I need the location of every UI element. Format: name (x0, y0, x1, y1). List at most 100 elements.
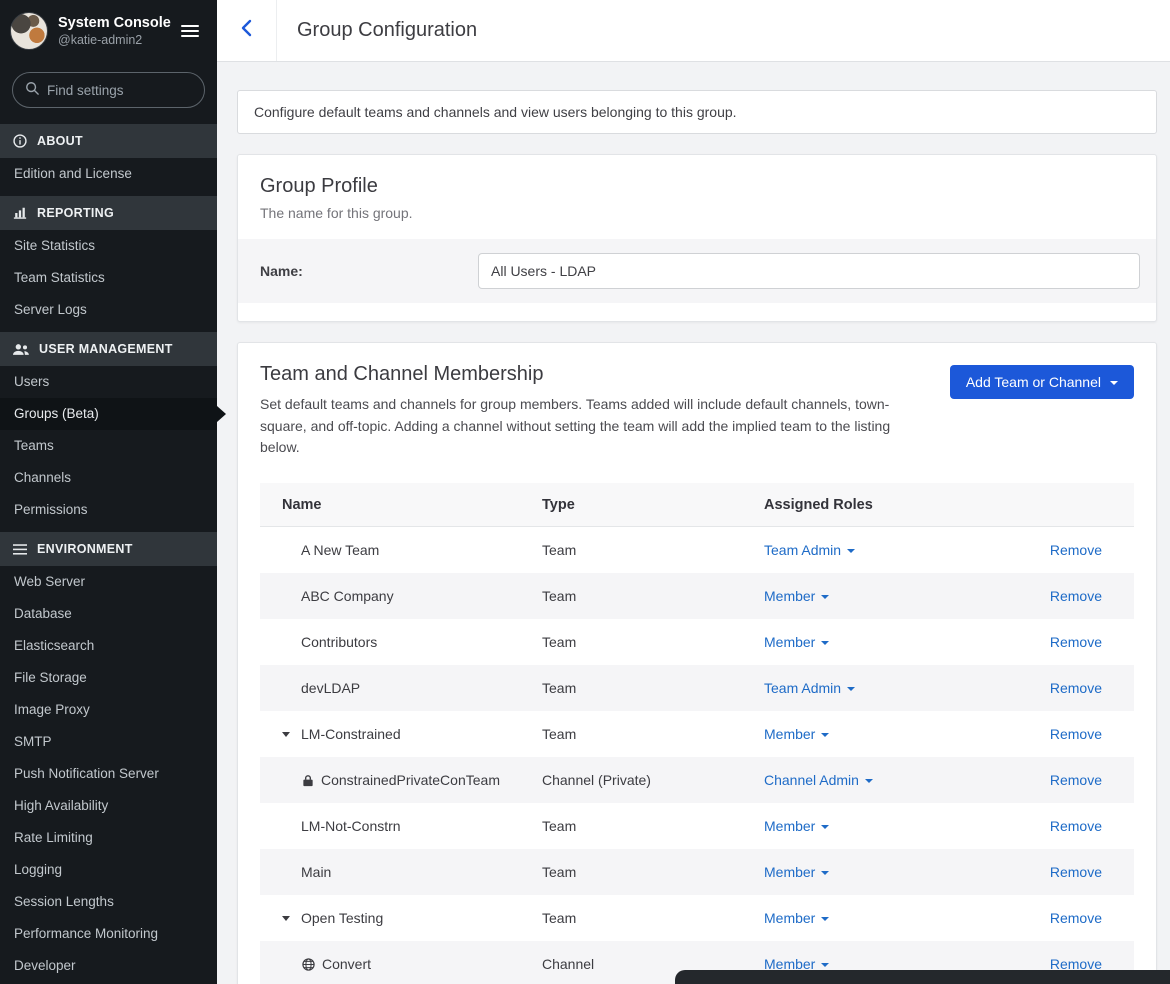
row-type: Team (542, 542, 764, 558)
membership-card: Team and Channel Membership Set default … (237, 342, 1157, 984)
remove-link[interactable]: Remove (1050, 818, 1102, 834)
sidebar-item-groups-beta[interactable]: Groups (Beta) (0, 398, 217, 430)
sidebar-items: Users Groups (Beta) Teams Channels Permi… (0, 366, 217, 526)
sidebar-category-about: ABOUT (0, 124, 217, 158)
table-row: devLDAP Team Team Admin Remove (260, 665, 1134, 711)
role-dropdown[interactable]: Member (764, 818, 829, 834)
sidebar-item-performance-monitoring[interactable]: Performance Monitoring (0, 918, 217, 950)
group-name-input[interactable] (478, 253, 1140, 289)
menu-icon[interactable] (177, 21, 203, 41)
row-name: A New Team (301, 542, 379, 558)
row-role-cell: Team Admin (764, 542, 1004, 558)
membership-description: Set default teams and channels for group… (260, 394, 905, 459)
remove-link[interactable]: Remove (1050, 864, 1102, 880)
remove-link[interactable]: Remove (1050, 542, 1102, 558)
group-profile-head: Group Profile The name for this group. (238, 155, 1156, 221)
main: Group Configuration Configure default te… (217, 0, 1170, 984)
table-row: Main Team Member Remove (260, 849, 1134, 895)
row-role-cell: Team Admin (764, 680, 1004, 696)
sidebar-item-users[interactable]: Users (0, 366, 217, 398)
role-label: Team Admin (764, 542, 841, 558)
row-role-cell: Member (764, 634, 1004, 650)
role-dropdown[interactable]: Member (764, 864, 829, 880)
sidebar-item-high-availability[interactable]: High Availability (0, 790, 217, 822)
sidebar-item-developer[interactable]: Developer (0, 950, 217, 982)
sidebar-items: Site Statistics Team Statistics Server L… (0, 230, 217, 326)
role-label: Channel Admin (764, 772, 859, 788)
remove-link[interactable]: Remove (1050, 680, 1102, 696)
avatar[interactable] (10, 12, 48, 50)
table-row: ABC Company Team Member Remove (260, 573, 1134, 619)
row-remove-cell: Remove (1004, 818, 1134, 834)
role-dropdown[interactable]: Channel Admin (764, 772, 873, 788)
role-dropdown[interactable]: Member (764, 588, 829, 604)
row-name-cell: devLDAP (260, 680, 542, 696)
table-row: A New Team Team Team Admin Remove (260, 527, 1134, 573)
sidebar-section: ENVIRONMENT Web Server Database Elastics… (0, 532, 217, 982)
role-dropdown[interactable]: Member (764, 726, 829, 742)
row-remove-cell: Remove (1004, 864, 1134, 880)
role-dropdown[interactable]: Team Admin (764, 680, 855, 696)
chevron-down-icon (821, 825, 829, 829)
sidebar-item-push-notification-server[interactable]: Push Notification Server (0, 758, 217, 790)
remove-link[interactable]: Remove (1050, 588, 1102, 604)
sidebar-item-team-statistics[interactable]: Team Statistics (0, 262, 217, 294)
settings-search[interactable] (12, 72, 205, 108)
add-team-or-channel-button[interactable]: Add Team or Channel (950, 365, 1134, 399)
row-type: Channel (Private) (542, 772, 764, 788)
row-type: Team (542, 864, 764, 880)
sidebar-item-server-logs[interactable]: Server Logs (0, 294, 217, 326)
role-label: Member (764, 864, 815, 880)
sidebar-item-edition-and-license[interactable]: Edition and License (0, 158, 217, 190)
chevron-down-icon (1110, 381, 1118, 385)
card-foot-pad (238, 303, 1156, 321)
server-icon (13, 543, 27, 556)
row-name: ABC Company (301, 588, 394, 604)
row-role-cell: Member (764, 818, 1004, 834)
role-dropdown[interactable]: Member (764, 634, 829, 650)
lock-icon (302, 774, 314, 787)
row-name-cell: LM-Not-Constrn (260, 818, 542, 834)
collapse-caret-icon[interactable] (282, 732, 294, 737)
chevron-down-icon (821, 595, 829, 599)
remove-link[interactable]: Remove (1050, 772, 1102, 788)
sidebar-item-rate-limiting[interactable]: Rate Limiting (0, 822, 217, 854)
role-label: Member (764, 818, 815, 834)
collapse-caret-icon[interactable] (282, 916, 294, 921)
row-type: Team (542, 588, 764, 604)
row-role-cell: Member (764, 864, 1004, 880)
sidebar-item-logging[interactable]: Logging (0, 854, 217, 886)
column-assigned-roles: Assigned Roles (764, 497, 1004, 513)
sidebar-item-site-statistics[interactable]: Site Statistics (0, 230, 217, 262)
sidebar-item-session-lengths[interactable]: Session Lengths (0, 886, 217, 918)
role-dropdown[interactable]: Member (764, 910, 829, 926)
search-input[interactable] (47, 83, 192, 98)
row-remove-cell: Remove (1004, 634, 1134, 650)
sidebar-item-permissions[interactable]: Permissions (0, 494, 217, 526)
sidebar-item-teams[interactable]: Teams (0, 430, 217, 462)
sidebar-item-database[interactable]: Database (0, 598, 217, 630)
sidebar-item-elasticsearch[interactable]: Elasticsearch (0, 630, 217, 662)
role-label: Member (764, 588, 815, 604)
identity-block: System Console @katie-admin2 (58, 15, 167, 47)
row-remove-cell: Remove (1004, 588, 1134, 604)
sidebar: System Console @katie-admin2 ABOUT Editi… (0, 0, 217, 984)
sidebar-category-label: REPORTING (37, 206, 114, 220)
role-dropdown[interactable]: Team Admin (764, 542, 855, 558)
chevron-down-icon (865, 779, 873, 783)
row-name-cell: ABC Company (260, 588, 542, 604)
sidebar-item-file-storage[interactable]: File Storage (0, 662, 217, 694)
sidebar-item-smtp[interactable]: SMTP (0, 726, 217, 758)
sidebar-item-channels[interactable]: Channels (0, 462, 217, 494)
sidebar-item-web-server[interactable]: Web Server (0, 566, 217, 598)
info-banner: Configure default teams and channels and… (237, 90, 1157, 134)
chevron-left-icon (241, 19, 252, 42)
sidebar-item-image-proxy[interactable]: Image Proxy (0, 694, 217, 726)
remove-link[interactable]: Remove (1050, 910, 1102, 926)
search-icon (25, 81, 39, 100)
back-button[interactable] (217, 0, 277, 61)
sidebar-items: Edition and License (0, 158, 217, 190)
remove-link[interactable]: Remove (1050, 634, 1102, 650)
remove-link[interactable]: Remove (1050, 726, 1102, 742)
app: System Console @katie-admin2 ABOUT Editi… (0, 0, 1170, 984)
